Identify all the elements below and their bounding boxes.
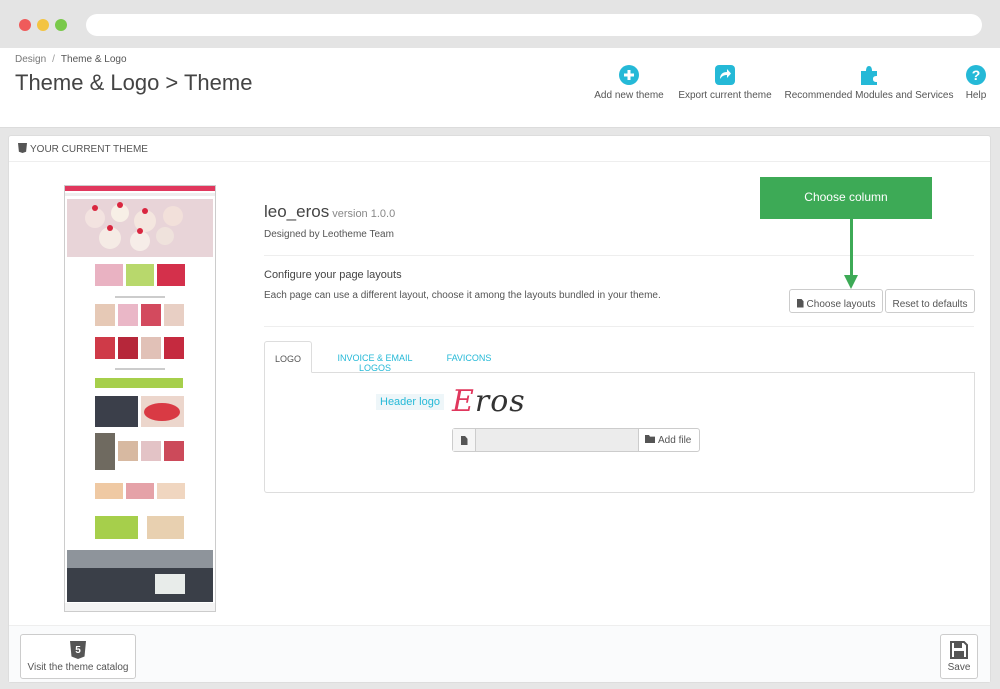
- add-new-theme-label: Add new theme: [594, 90, 664, 101]
- file-icon: [796, 298, 804, 308]
- theme-screenshot-graphic: [65, 186, 215, 611]
- html5-icon: [18, 143, 27, 153]
- folder-open-icon: [645, 435, 655, 443]
- file-icon: [453, 429, 476, 451]
- add-new-theme-button[interactable]: Add new theme: [588, 64, 670, 101]
- tab-favicons[interactable]: FAVICONS: [440, 341, 498, 373]
- file-path-input[interactable]: [476, 429, 639, 451]
- logo-tabs: LOGO INVOICE & EMAIL LOGOS FAVICONS: [264, 341, 975, 373]
- theme-name-heading: leo_eros version 1.0.0: [264, 202, 395, 222]
- tab-invoice-email-logos[interactable]: INVOICE & EMAIL LOGOS: [321, 341, 429, 373]
- panel-heading-label: YOUR CURRENT THEME: [30, 144, 148, 155]
- choose-layouts-button[interactable]: Choose layouts: [789, 289, 883, 313]
- save-button[interactable]: Save: [940, 634, 978, 679]
- divider: [264, 326, 974, 327]
- configure-layouts-title: Configure your page layouts: [264, 269, 402, 281]
- help-label: Help: [965, 90, 987, 101]
- breadcrumb: Design / Theme & Logo: [15, 54, 127, 65]
- theme-designer: Designed by Leotheme Team: [264, 229, 394, 240]
- theme-preview-image: [64, 185, 216, 612]
- add-file-button[interactable]: Add file: [639, 429, 699, 451]
- minimize-window-button[interactable]: [37, 19, 49, 31]
- floppy-disk-icon: [950, 641, 968, 659]
- add-file-label: Add file: [658, 435, 692, 446]
- choose-layouts-label: Choose layouts: [806, 298, 876, 310]
- reset-to-defaults-button[interactable]: Reset to defaults: [885, 289, 975, 313]
- help-button[interactable]: ? Help: [960, 64, 992, 101]
- theme-name: leo_eros: [264, 202, 330, 221]
- panel-heading: YOUR CURRENT THEME: [9, 136, 990, 162]
- header-logo-image: Eros: [452, 384, 526, 419]
- breadcrumb-current: Theme & Logo: [60, 54, 127, 65]
- page-title: Theme & Logo > Theme: [15, 70, 253, 95]
- browser-chrome: [0, 0, 1000, 48]
- visit-theme-catalog-label: Visit the theme catalog: [27, 662, 129, 673]
- panel-footer: 5 Visit the theme catalog Save: [9, 625, 990, 682]
- divider: [264, 255, 974, 256]
- html5-icon: 5: [70, 641, 86, 659]
- breadcrumb-design[interactable]: Design: [15, 54, 46, 65]
- svg-text:?: ?: [972, 67, 981, 83]
- breadcrumb-separator: /: [52, 54, 55, 65]
- page-header: Design / Theme & Logo Theme & Logo > Theme…: [0, 48, 1000, 128]
- question-circle-icon: ?: [966, 65, 986, 85]
- tab-logo[interactable]: LOGO: [264, 341, 312, 373]
- recommended-modules-button[interactable]: Recommended Modules and Services: [782, 64, 956, 101]
- share-icon: [715, 65, 735, 85]
- header-logo-label: Header logo: [376, 394, 444, 410]
- logo-letter-e: E: [452, 384, 475, 419]
- address-bar[interactable]: [86, 14, 982, 36]
- close-window-button[interactable]: [19, 19, 31, 31]
- configure-layouts-description: Each page can use a different layout, ch…: [264, 290, 661, 301]
- choose-column-callout: Choose column: [760, 177, 932, 219]
- save-label: Save: [947, 662, 971, 673]
- export-theme-button[interactable]: Export current theme: [673, 64, 777, 101]
- svg-text:5: 5: [75, 645, 81, 656]
- logo-letters-rest: ros: [474, 384, 526, 419]
- puzzle-icon: [861, 66, 877, 85]
- arrow-down-icon: [844, 219, 858, 289]
- plus-circle-icon: [619, 65, 639, 85]
- visit-theme-catalog-button[interactable]: 5 Visit the theme catalog: [20, 634, 136, 679]
- logo-file-upload: Add file: [452, 428, 700, 452]
- maximize-window-button[interactable]: [55, 19, 67, 31]
- recommended-modules-label: Recommended Modules and Services: [784, 90, 954, 101]
- theme-version: version 1.0.0: [332, 208, 396, 220]
- current-theme-panel: YOUR CURRENT THEME leo_eros version 1.0.…: [8, 135, 991, 683]
- export-theme-label: Export current theme: [678, 90, 772, 101]
